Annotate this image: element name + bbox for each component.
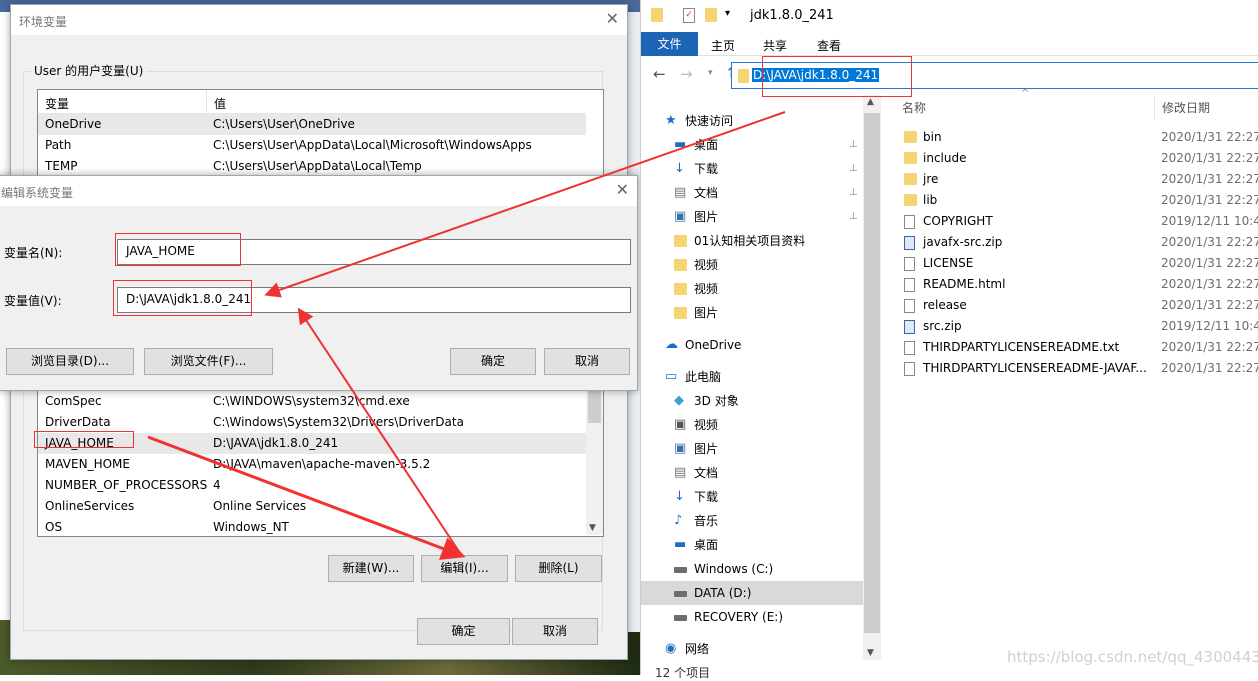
arrow-edit-to-value: [297, 307, 463, 557]
annotation-arrows: [147, 111, 786, 560]
arrow-java-home-to-edit: [147, 435, 466, 560]
arrow-address-to-value: [264, 111, 786, 298]
